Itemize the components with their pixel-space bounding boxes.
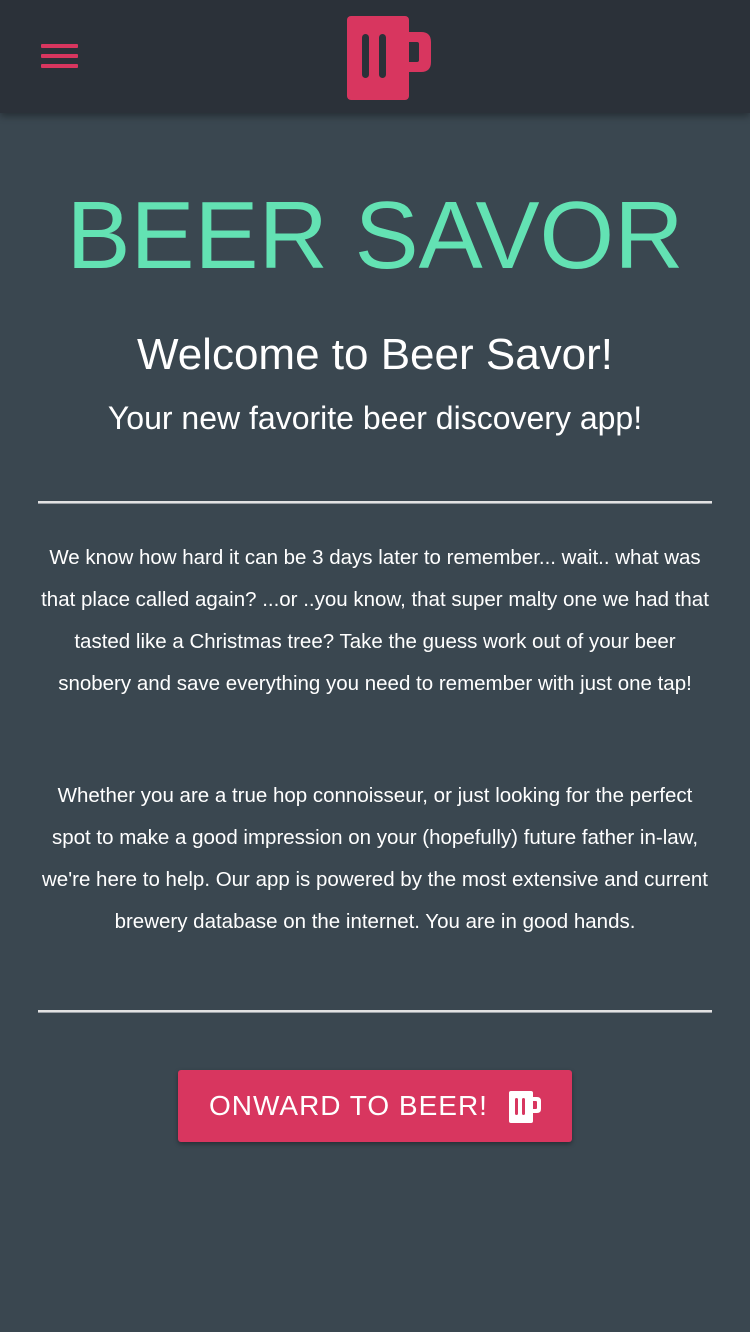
hamburger-menu-icon[interactable] (41, 44, 79, 70)
cta-label: ONWARD TO BEER! (209, 1090, 488, 1121)
welcome-heading: Welcome to Beer Savor! (136, 330, 614, 379)
tagline: Your new favorite beer discovery app! (107, 400, 643, 436)
divider-bottom (38, 1010, 712, 1013)
beer-mug-icon (509, 1091, 541, 1123)
intro-paragraph: We know how hard it can be 3 days later … (41, 546, 709, 695)
beer-mug-icon[interactable] (345, 14, 435, 102)
brand-title: BEER SAVOR (66, 182, 684, 289)
about-paragraph: Whether you are a true hop connoisseur, … (42, 784, 708, 933)
app-bar (0, 0, 750, 113)
divider-top (38, 501, 712, 504)
